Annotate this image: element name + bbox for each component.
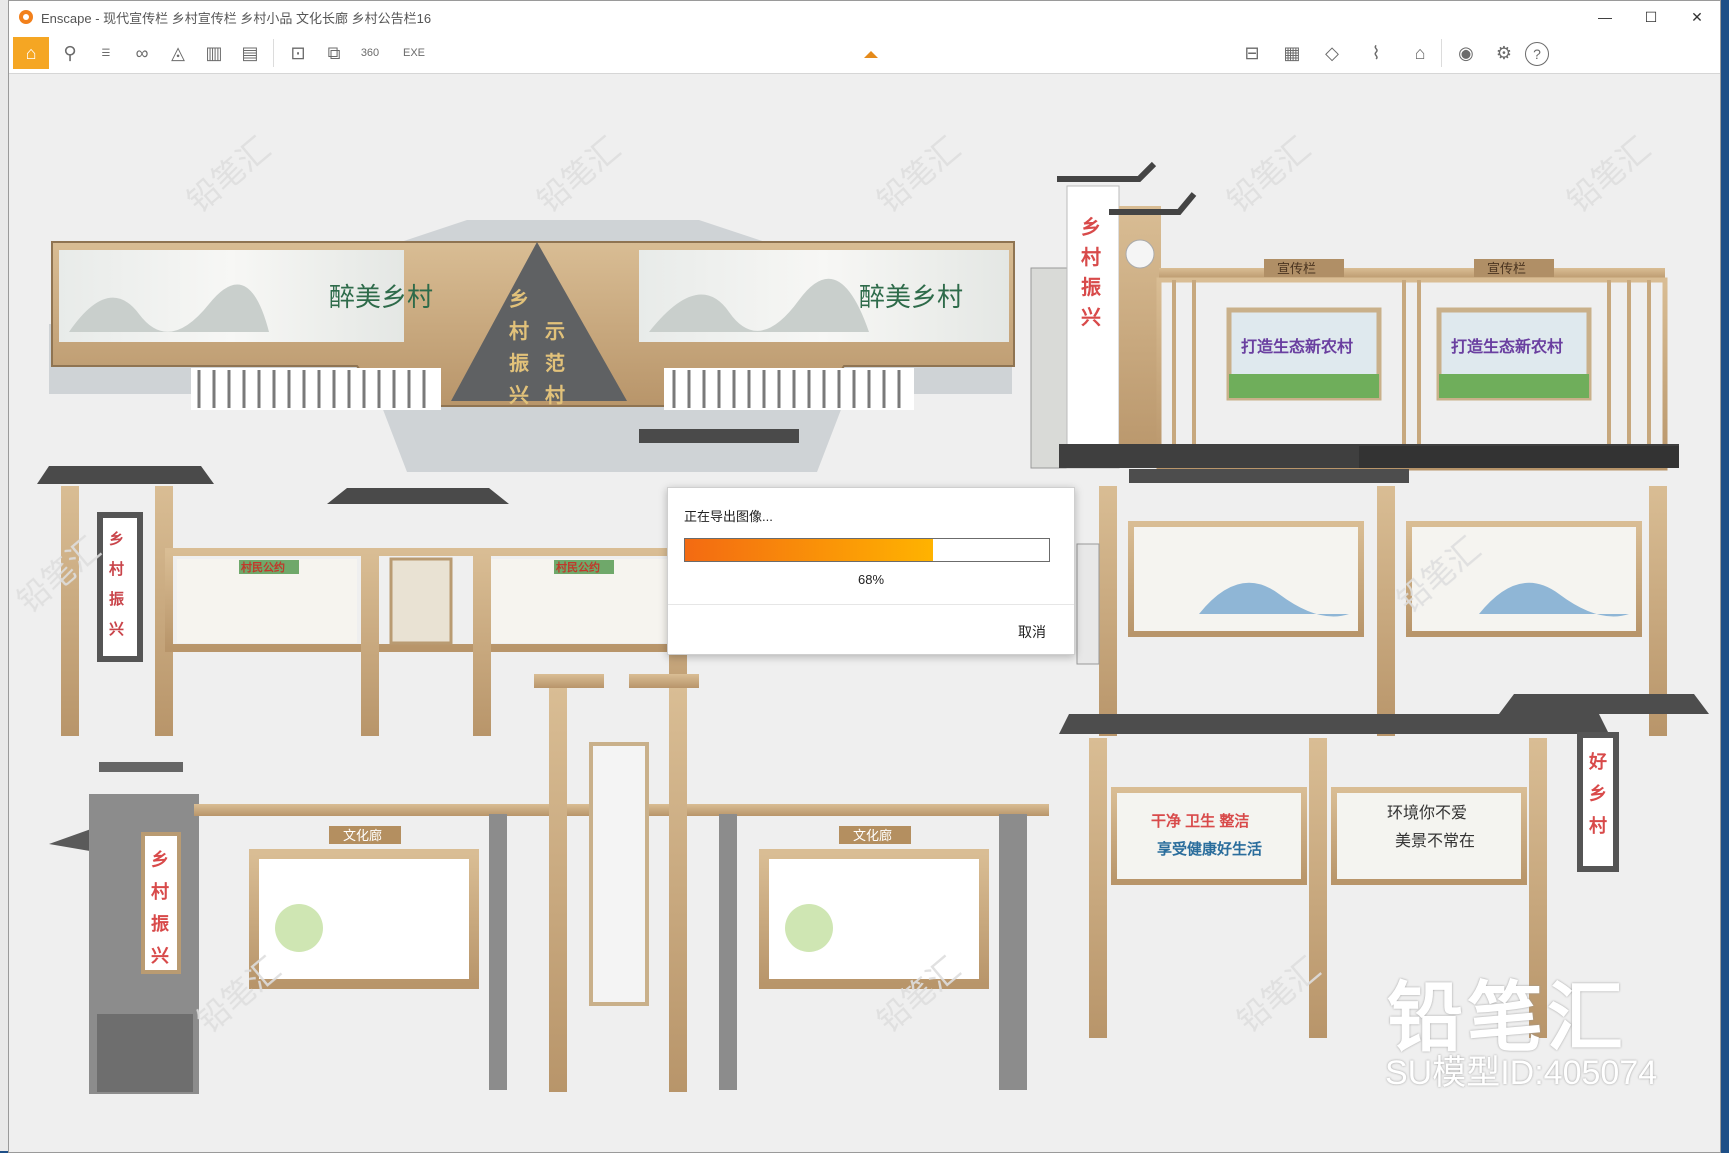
progress-percentage: 68%: [857, 572, 885, 587]
svg-text:村: 村: [1081, 246, 1101, 269]
vert-char-5: 示: [545, 319, 565, 343]
panorama-icon[interactable]: 360: [353, 37, 387, 69]
library-icon[interactable]: ▦: [1275, 37, 1309, 69]
svg-text:兴: 兴: [151, 946, 169, 966]
svg-text:乡: 乡: [1081, 216, 1101, 239]
chart-icon[interactable]: ⌇: [1359, 37, 1393, 69]
svg-text:好: 好: [1588, 751, 1607, 772]
vert-char-7: 村: [545, 383, 565, 407]
svg-text:铅笔汇: 铅笔汇: [1220, 130, 1317, 219]
home-icon[interactable]: ⌂: [13, 37, 49, 69]
svg-text:振: 振: [109, 590, 124, 608]
enscape-logo-icon: [19, 10, 33, 24]
binoculars-icon[interactable]: ∞: [125, 37, 159, 69]
svg-text:铅笔汇: 铅笔汇: [190, 950, 287, 1039]
desktop-edge: [0, 0, 8, 1151]
sign-left: 宣传栏: [1277, 261, 1316, 276]
eco-slogan-left: 打造生态新农村: [1241, 337, 1353, 356]
svg-text:乡: 乡: [1589, 784, 1607, 804]
billboard-publicity: 乡 村 振 兴 打造生态新农村 打造生态新农村 宣传栏 宣传栏: [1030, 161, 1668, 471]
svg-text:享受健康好生活: 享受健康好生活: [1157, 840, 1262, 858]
sign-right: 宣传栏: [1487, 261, 1526, 276]
dialog-divider: [668, 604, 1074, 605]
screenshot-icon[interactable]: ⊡: [281, 37, 315, 69]
dialog-title: 正在导出图像...: [684, 509, 773, 524]
help-icon[interactable]: ?: [1525, 42, 1549, 66]
svg-text:乡: 乡: [151, 850, 169, 870]
svg-text:村: 村: [1589, 815, 1607, 836]
bim-icon[interactable]: ☰: [89, 37, 123, 69]
collapse-toolbar-icon[interactable]: [864, 51, 878, 58]
billboard1-slogan-left: 醉美乡村: [329, 283, 433, 313]
svg-text:铅笔汇: 铅笔汇: [530, 130, 627, 219]
maximize-button[interactable]: ☐: [1628, 1, 1674, 33]
vert-char-1: 乡: [509, 287, 529, 311]
cancel-button[interactable]: 取消: [1018, 622, 1046, 642]
rules-sign-left: 村民公约: [241, 560, 285, 574]
settings-icon[interactable]: ⚙: [1487, 37, 1521, 69]
svg-text:兴: 兴: [1081, 306, 1101, 329]
video-icon[interactable]: ▤: [233, 37, 267, 69]
svg-text:村: 村: [151, 881, 169, 902]
export-dialog: 正在导出图像... 68% 取消: [667, 487, 1075, 655]
export-exe-icon[interactable]: EXE: [397, 37, 431, 69]
close-button[interactable]: ✕: [1674, 1, 1720, 33]
link-icon[interactable]: ⚲: [53, 37, 87, 69]
vert-char-4: 兴: [509, 383, 529, 407]
svg-text:振: 振: [1081, 276, 1101, 299]
assets-icon[interactable]: ◬: [161, 37, 195, 69]
svg-text:铅笔汇: 铅笔汇: [870, 130, 967, 219]
export-progress-bar: [684, 538, 1050, 562]
window-title: Enscape - 现代宣传栏 乡村宣传栏 乡村小品 文化长廊 乡村公告栏16: [41, 10, 432, 26]
svg-text:乡: 乡: [109, 530, 124, 548]
eco-slogan-right: 打造生态新农村: [1451, 337, 1563, 356]
vert-char-2: 村: [509, 319, 529, 343]
hat-icon[interactable]: ⌂: [1403, 37, 1437, 69]
enscape-window: Enscape - 现代宣传栏 乡村宣传栏 乡村小品 文化长廊 乡村公告栏16 …: [8, 0, 1721, 1153]
model-id-watermark: SU模型ID:405074: [1385, 1054, 1658, 1092]
svg-text:美景不常在: 美景不常在: [1395, 832, 1475, 850]
cube-icon[interactable]: ◇: [1315, 37, 1349, 69]
svg-text:铅笔汇: 铅笔汇: [1560, 130, 1657, 219]
bulletin-ink-landscape: [1059, 444, 1679, 736]
views-icon[interactable]: ⊟: [1235, 37, 1269, 69]
buildings-icon[interactable]: ▥: [197, 37, 231, 69]
eye-icon[interactable]: ◉: [1449, 37, 1483, 69]
corridor-sign-right: 文化廊: [853, 828, 892, 843]
vert-char-3: 振: [509, 351, 529, 375]
svg-text:振: 振: [151, 913, 169, 934]
svg-text:环境你不爱: 环境你不爱: [1387, 803, 1467, 822]
batch-render-icon[interactable]: ⧉: [317, 37, 351, 69]
minimize-button[interactable]: —: [1582, 1, 1628, 33]
svg-text:铅笔汇: 铅笔汇: [180, 130, 277, 219]
title-bar: Enscape - 现代宣传栏 乡村宣传栏 乡村小品 文化长廊 乡村公告栏16 …: [9, 1, 1720, 33]
rules-sign-right: 村民公约: [556, 560, 600, 574]
progress-fill: [685, 539, 933, 561]
vert-char-6: 范: [545, 351, 565, 375]
svg-text:村: 村: [109, 560, 124, 578]
svg-text:铅笔汇: 铅笔汇: [10, 530, 107, 619]
svg-text:兴: 兴: [109, 621, 124, 638]
corridor-sign-left: 文化廊: [343, 828, 382, 843]
billboard-rural-revitalization: 醉美乡村 醉美乡村 乡 村 振 兴 示 范 村: [49, 220, 1015, 472]
svg-text:干净 卫生 整洁: 干净 卫生 整洁: [1151, 812, 1249, 830]
billboard1-slogan-right: 醉美乡村: [859, 283, 963, 313]
